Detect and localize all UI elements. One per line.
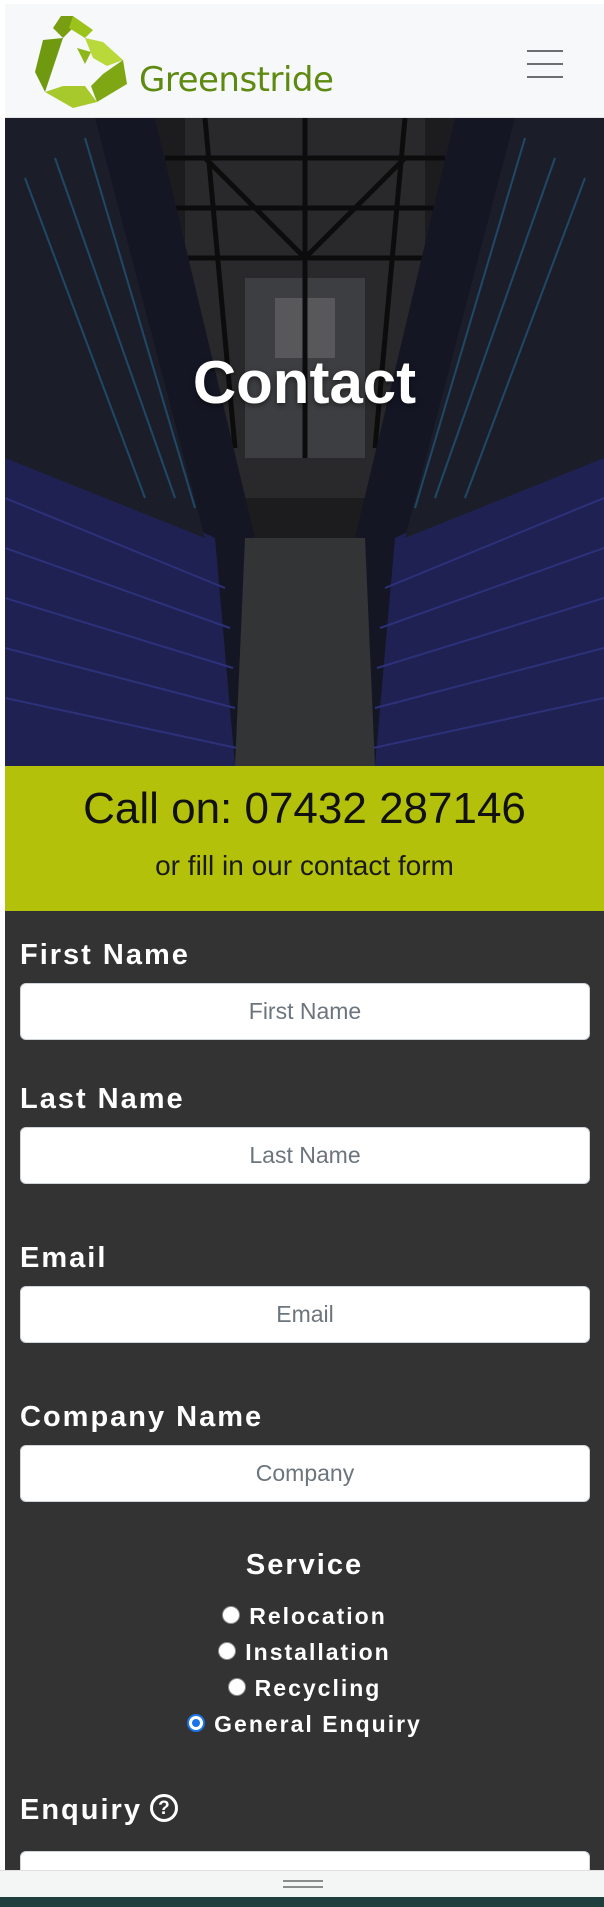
email-label: Email (20, 1242, 108, 1274)
service-option-label: General Enquiry (214, 1711, 422, 1737)
call-banner: Call on: 07432 287146 or fill in our con… (5, 766, 604, 911)
service-option-recycling[interactable]: Recycling (5, 1675, 604, 1702)
site-header: Greenstride (5, 4, 604, 118)
brand-logo[interactable]: Greenstride (33, 12, 334, 112)
hamburger-menu-icon[interactable] (527, 48, 567, 80)
service-option-label: Installation (245, 1639, 391, 1665)
contact-form: First Name Last Name Email Company Name … (5, 911, 604, 1870)
radio-button-installation[interactable] (218, 1641, 237, 1660)
bottom-bar (0, 1870, 604, 1907)
service-label: Service (245, 1549, 364, 1581)
enquiry-label-row: Enquiry? (20, 1794, 178, 1827)
service-option-installation[interactable]: Installation (5, 1639, 604, 1666)
service-option-label: Relocation (249, 1603, 387, 1629)
enquiry-textarea[interactable] (20, 1851, 590, 1870)
brand-name: Greenstride (139, 60, 334, 100)
drag-handle-icon[interactable] (283, 1879, 323, 1891)
question-circle-icon[interactable]: ? (149, 1794, 178, 1823)
recycle-arrows-logo-icon (35, 16, 127, 108)
data-center-background-image (5, 118, 604, 766)
radio-button-relocation[interactable] (222, 1605, 241, 1624)
last-name-input[interactable] (20, 1127, 590, 1184)
enquiry-label: Enquiry (20, 1794, 142, 1826)
first-name-label: First Name (20, 939, 190, 971)
service-option-relocation[interactable]: Relocation (5, 1603, 604, 1630)
radio-button-recycling[interactable] (227, 1677, 246, 1696)
call-subtitle: or fill in our contact form (155, 850, 454, 881)
hero-banner: Contact (5, 118, 604, 766)
bottom-edge (0, 1897, 604, 1907)
phone-number-text[interactable]: Call on: 07432 287146 (5, 784, 604, 834)
page: Greenstride Contact Call on: 07432 28714… (5, 4, 604, 1870)
first-name-input[interactable] (20, 983, 590, 1040)
last-name-label: Last Name (20, 1083, 185, 1115)
email-input[interactable] (20, 1286, 590, 1343)
page-title: Contact (192, 349, 417, 416)
radio-button-general-enquiry[interactable] (187, 1713, 206, 1732)
service-option-general-enquiry[interactable]: General Enquiry (5, 1711, 604, 1738)
company-name-label: Company Name (20, 1401, 264, 1433)
service-option-label: Recycling (254, 1675, 382, 1701)
company-input[interactable] (20, 1445, 590, 1502)
